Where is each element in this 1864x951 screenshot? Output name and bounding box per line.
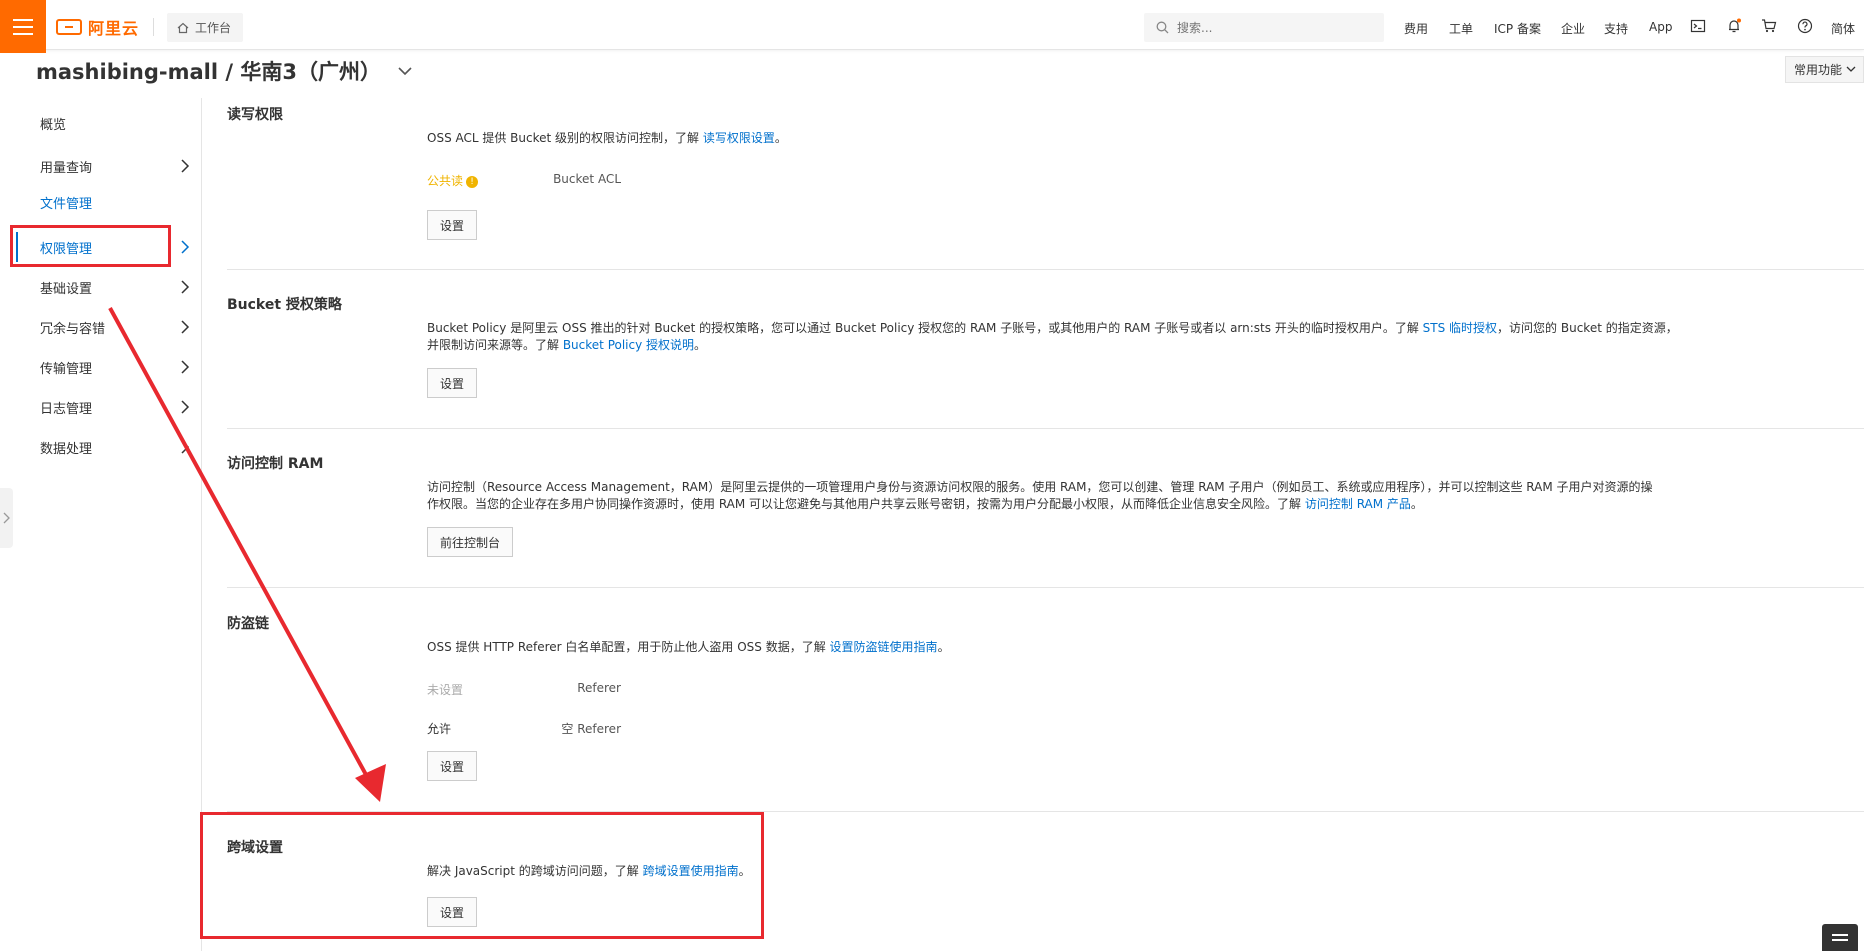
divider <box>153 18 154 36</box>
section-title: 访问控制 RAM <box>227 456 324 472</box>
referer-value: 未设置 <box>427 683 464 697</box>
acl-value-text: 公共读 <box>427 174 464 188</box>
divider <box>227 587 1864 588</box>
desc-text: 。 <box>694 338 707 352</box>
section-title: Bucket 授权策略 <box>227 297 342 313</box>
sidebar-item-basic-settings[interactable]: 基础设置 <box>0 272 202 302</box>
sidebar-collapse-handle[interactable] <box>0 488 13 548</box>
sidebar-item-label: 用量查询 <box>40 160 93 176</box>
feedback-widget[interactable] <box>1822 924 1858 951</box>
divider <box>227 269 1864 270</box>
common-functions-label: 常用功能 <box>1794 63 1843 77</box>
chevron-right-icon <box>181 240 190 254</box>
sidebar-item-redundancy[interactable]: 冗余与容错 <box>0 312 202 342</box>
sidebar-item-label: 日志管理 <box>40 401 93 417</box>
desc-text: OSS ACL 提供 Bucket 级别的权限访问控制，了解 <box>427 131 703 145</box>
empty-referer-value: 允许 <box>427 722 452 736</box>
section-description: 并限制访问来源等。了解 Bucket Policy 授权说明。 <box>427 337 706 354</box>
sts-docs-link[interactable]: STS 临时授权 <box>1423 321 1497 335</box>
nav-enterprise[interactable]: 企业 <box>1561 20 1585 37</box>
policy-settings-button[interactable]: 设置 <box>427 368 478 398</box>
workbench-button[interactable]: 工作台 <box>167 13 244 42</box>
chevron-right-icon <box>181 320 190 334</box>
section-description: Bucket Policy 是阿里云 OSS 推出的针对 Bucket 的授权策… <box>427 320 1678 337</box>
chevron-right-icon <box>181 440 190 454</box>
desc-text: 。 <box>1410 497 1423 511</box>
desc-text: 。 <box>937 640 950 654</box>
field-label: Referer <box>577 681 621 695</box>
divider <box>227 428 1864 429</box>
policy-docs-link[interactable]: Bucket Policy 授权说明 <box>563 338 694 352</box>
acl-docs-link[interactable]: 读写权限设置 <box>703 131 775 145</box>
section-title: 读写权限 <box>227 107 283 123</box>
section-description: 作权限。当您的企业存在多用户协同操作资源时，使用 RAM 可以让您避免与其他用户… <box>427 496 1423 513</box>
top-navbar: 阿里云 工作台 费用 工单 ICP 备案 企业 支持 App 简体 <box>0 0 1864 53</box>
desc-text: OSS 提供 HTTP Referer 白名单配置，用于防止他人盗用 OSS 数… <box>427 640 830 654</box>
sidebar-item-logs[interactable]: 日志管理 <box>0 392 202 422</box>
sidebar-item-label: 文件管理 <box>40 196 93 212</box>
sidebar-item-overview[interactable]: 概览 <box>0 108 202 138</box>
nav-fees[interactable]: 费用 <box>1404 20 1428 37</box>
search-icon <box>1156 21 1169 34</box>
chevron-right-icon <box>181 400 190 414</box>
desc-text: 。 <box>774 131 787 145</box>
nav-support[interactable]: 支持 <box>1604 20 1628 37</box>
bucket-title: mashibing-mall / 华南3（广州） <box>36 60 381 84</box>
ram-docs-link[interactable]: 访问控制 RAM 产品 <box>1305 497 1411 511</box>
sidebar-item-label: 概览 <box>40 117 67 133</box>
acl-settings-button[interactable]: 设置 <box>427 210 478 240</box>
section-title: 防盗链 <box>227 616 269 632</box>
sidebar-item-data-processing[interactable]: 数据处理 <box>0 432 202 462</box>
help-icon[interactable] <box>1797 18 1813 34</box>
nav-app[interactable]: App <box>1649 20 1672 34</box>
cart-icon[interactable] <box>1761 18 1777 34</box>
chevron-right-icon <box>181 280 190 294</box>
annotation-arrow <box>108 307 386 802</box>
chevron-right-icon <box>181 360 190 374</box>
nav-icp[interactable]: ICP 备案 <box>1494 20 1541 37</box>
section-description: OSS ACL 提供 Bucket 级别的权限访问控制，了解 读写权限设置。 <box>427 130 787 147</box>
desc-text: 并限制访问来源等。了解 <box>427 338 563 352</box>
page-title: mashibing-mall / 华南3（广州） <box>36 56 413 86</box>
sidebar-item-label: 基础设置 <box>40 281 93 297</box>
search-box[interactable] <box>1144 13 1384 42</box>
language-switch[interactable]: 简体 <box>1831 20 1855 37</box>
acl-value: 公共读! <box>427 172 479 189</box>
field-label: 空 Referer <box>561 722 621 736</box>
sidebar-item-label: 传输管理 <box>40 361 93 377</box>
chevron-right-icon <box>181 159 190 173</box>
nav-tickets[interactable]: 工单 <box>1449 20 1473 37</box>
aliyun-logo[interactable]: 阿里云 <box>56 15 139 39</box>
referer-docs-link[interactable]: 设置防盗链使用指南 <box>830 640 938 654</box>
menu-icon[interactable] <box>0 0 46 53</box>
chevron-right-icon <box>3 512 10 524</box>
sidebar-item-usage[interactable]: 用量查询 <box>0 151 202 181</box>
section-description: 访问控制（Resource Access Management，RAM）是阿里云… <box>427 480 1653 494</box>
field-label: Bucket ACL <box>553 172 621 186</box>
sidebar-item-label: 数据处理 <box>40 441 93 457</box>
terminal-icon[interactable] <box>1690 18 1706 34</box>
desc-text: 作权限。当您的企业存在多用户协同操作资源时，使用 RAM 可以让您避免与其他用户… <box>427 497 1305 511</box>
desc-text: ，访问您的 Bucket 的指定资源， <box>1497 321 1678 335</box>
section-description: OSS 提供 HTTP Referer 白名单配置，用于防止他人盗用 OSS 数… <box>427 639 950 656</box>
aliyun-logo-mark <box>56 19 82 35</box>
referer-settings-button[interactable]: 设置 <box>427 751 478 781</box>
sidebar-item-transfer[interactable]: 传输管理 <box>0 352 202 382</box>
annotation-box-permissions <box>10 225 171 267</box>
go-to-console-button[interactable]: 前往控制台 <box>427 527 514 557</box>
search-input[interactable] <box>1177 20 1357 35</box>
info-icon[interactable]: ! <box>466 175 479 188</box>
chevron-down-icon[interactable] <box>397 66 413 76</box>
home-icon <box>177 22 189 33</box>
annotation-box-cors <box>200 812 764 939</box>
bell-icon[interactable] <box>1726 18 1742 34</box>
sidebar-item-label: 冗余与容错 <box>40 321 106 337</box>
desc-text: Bucket Policy 是阿里云 OSS 推出的针对 Bucket 的授权策… <box>427 321 1423 335</box>
workbench-label: 工作台 <box>195 21 232 35</box>
brand-name: 阿里云 <box>88 19 140 38</box>
sidebar-item-files[interactable]: 文件管理 <box>0 187 202 217</box>
chevron-down-icon <box>1846 66 1856 72</box>
common-functions-button[interactable]: 常用功能 <box>1785 56 1864 83</box>
